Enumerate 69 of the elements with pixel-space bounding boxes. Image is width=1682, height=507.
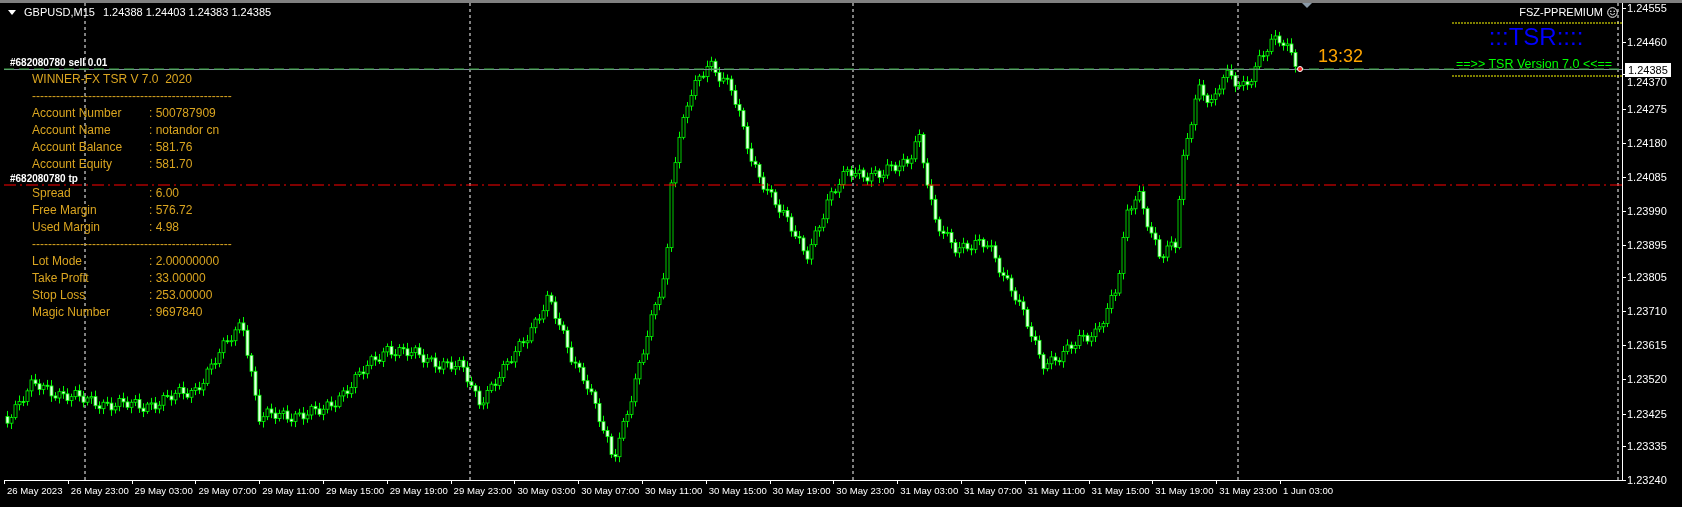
price-tick: 1.24085 <box>1627 170 1667 183</box>
panel-title: WINNER-FX TSR V 7.0 2020 <box>32 72 192 86</box>
price-tick: 1.24460 <box>1627 36 1667 49</box>
version-label: ==>> TSR Version 7.0 <<== <box>1456 58 1613 71</box>
field-value: : 4.98 <box>149 220 180 234</box>
field-value: : 581.70 <box>149 157 193 171</box>
price-tick: 1.23425 <box>1627 407 1667 420</box>
time-label: 30 May 07:00 <box>578 481 642 497</box>
field-label: Take Profit <box>32 272 90 285</box>
symbol-label: GBPUSD,M15 <box>24 7 95 18</box>
time-label: 29 May 11:00 <box>259 481 323 497</box>
price-tick: 1.24180 <box>1627 136 1667 149</box>
field-label: Stop Loss <box>32 289 87 302</box>
time-label: 30 May 23:00 <box>833 481 898 497</box>
price-tick: 1.24370 <box>1627 76 1667 89</box>
dropdown-icon[interactable] <box>8 10 16 15</box>
field-label: Free Margin <box>32 204 98 217</box>
price-tick: 1.23805 <box>1627 271 1667 284</box>
field-value: : 2.00000000 <box>149 254 220 268</box>
field-value: : 33.00000 <box>149 271 206 285</box>
field-label: Account Number <box>32 107 123 120</box>
order-label: #682080780 sell 0.01 <box>10 58 108 68</box>
price-tick: 1.24555 <box>1627 2 1667 14</box>
time-label: 31 May 23:00 <box>1216 481 1280 497</box>
field-label: Account Balance <box>32 141 124 154</box>
time-label: 26 May 23:00 <box>67 481 132 497</box>
time-label: 29 May 23:00 <box>450 481 515 497</box>
time-label: 31 May 19:00 <box>1152 481 1217 497</box>
field-value: : 6.00 <box>149 186 180 200</box>
time-label: 29 May 07:00 <box>195 481 260 497</box>
field-label: Spread <box>32 187 72 200</box>
countdown-timer: 13:32 <box>1318 47 1364 65</box>
time-label: 29 May 15:00 <box>323 481 387 497</box>
price-tick: 1.23520 <box>1627 373 1667 386</box>
separator-text: -------------------------------------------------- <box>32 89 232 103</box>
field-value: : notandor cn <box>149 123 220 137</box>
broker-label: FSZ-PPREMIUM <box>1519 7 1603 18</box>
order-label: #682080780 tp <box>10 174 78 184</box>
price-tick: 1.23895 <box>1627 238 1667 251</box>
price-tick: 1.23335 <box>1627 439 1667 452</box>
field-label: Account Equity <box>32 158 114 171</box>
field-label: Used Margin <box>32 221 102 234</box>
time-label: 29 May 03:00 <box>131 481 196 497</box>
price-tick: 1.23240 <box>1627 474 1667 486</box>
time-label: 30 May 19:00 <box>769 481 834 497</box>
field-value: : 500787909 <box>149 106 216 120</box>
price-tick: 1.23615 <box>1627 339 1667 352</box>
time-label: 30 May 15:00 <box>705 481 770 497</box>
current-price-label: 1.24385 <box>1625 63 1671 77</box>
time-label: 31 May 03:00 <box>897 481 961 497</box>
field-label: Magic Number <box>32 306 112 319</box>
time-label: 31 May 07:00 <box>960 481 1025 497</box>
field-label: Account Name <box>32 124 112 137</box>
field-label: Lot Mode <box>32 255 84 268</box>
price-tick: 1.23990 <box>1627 204 1667 217</box>
separator-text: -------------------------------------------------- <box>32 237 232 251</box>
indicator-title: :::TSR:::: <box>1487 25 1585 49</box>
price-tick: 1.23710 <box>1627 305 1667 318</box>
field-value: : 9697840 <box>149 305 203 319</box>
time-label: 29 May 19:00 <box>386 481 451 497</box>
time-label: 30 May 03:00 <box>514 481 579 497</box>
field-value: : 253.00000 <box>149 288 213 302</box>
time-label: 31 May 15:00 <box>1088 481 1153 497</box>
chart-shift-icon[interactable] <box>1302 3 1312 8</box>
price-marker-icon <box>1297 66 1303 72</box>
field-value: : 576.72 <box>149 203 193 217</box>
field-value: : 581.76 <box>149 140 193 154</box>
price-tick: 1.24275 <box>1627 102 1667 115</box>
ohlc-values: 1.24388 1.24403 1.24383 1.24385 <box>102 7 272 18</box>
